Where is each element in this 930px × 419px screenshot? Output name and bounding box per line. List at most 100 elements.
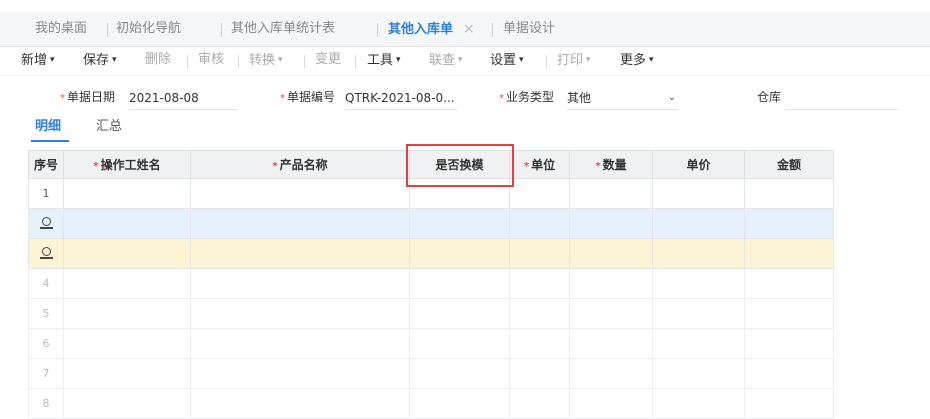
- grid-cell[interactable]: [409, 238, 510, 269]
- tab-my-desktop[interactable]: 我的桌面: [35, 12, 87, 46]
- print-button[interactable]: 打印 ▾: [557, 47, 591, 75]
- tools-button[interactable]: 工具 ▾: [367, 47, 401, 75]
- print-button-label: 打印: [557, 53, 584, 68]
- col-header-price[interactable]: 单价: [652, 150, 745, 179]
- query-button[interactable]: 联查 ▾: [429, 47, 463, 75]
- grid-cell[interactable]: [744, 298, 834, 329]
- tab-init-nav[interactable]: 初始化导航: [116, 12, 181, 46]
- row-action-cell[interactable]: [28, 208, 64, 239]
- grid-cell[interactable]: [509, 358, 570, 389]
- grid-cell[interactable]: [409, 388, 510, 419]
- change-button[interactable]: 变更: [315, 47, 341, 75]
- row-settings-icon[interactable]: [39, 246, 53, 259]
- grid-cell[interactable]: [63, 388, 191, 419]
- delete-button[interactable]: 删除: [145, 47, 171, 75]
- grid-cell[interactable]: [509, 328, 570, 359]
- grid-cell[interactable]: [190, 208, 410, 239]
- grid-cell[interactable]: [509, 238, 570, 269]
- tab-other-inbound-order[interactable]: 其他入库单 ×: [388, 12, 475, 46]
- convert-button[interactable]: 转换 ▾: [249, 47, 283, 75]
- audit-button[interactable]: 审核: [198, 47, 224, 75]
- tab-detail[interactable]: 明细: [35, 112, 61, 142]
- grid-cell[interactable]: [190, 388, 410, 419]
- grid-cell[interactable]: [63, 298, 191, 329]
- grid-cell[interactable]: [190, 268, 410, 299]
- grid-cell[interactable]: [63, 328, 191, 359]
- grid-cell[interactable]: [509, 298, 570, 329]
- grid-cell[interactable]: [569, 178, 653, 209]
- col-header-qty[interactable]: * 数量: [569, 150, 653, 179]
- table-row[interactable]: [28, 208, 834, 239]
- grid-cell[interactable]: [409, 358, 510, 389]
- col-header-operator[interactable]: * 操作工姓名: [63, 150, 191, 179]
- grid-cell[interactable]: [652, 328, 745, 359]
- tab-other-inbound-stats[interactable]: 其他入库单统计表: [231, 12, 335, 46]
- grid-cell[interactable]: [63, 268, 191, 299]
- grid-cell[interactable]: [744, 208, 834, 239]
- grid-cell[interactable]: [744, 328, 834, 359]
- grid-cell[interactable]: [190, 328, 410, 359]
- grid-cell[interactable]: [652, 358, 745, 389]
- settings-button-label: 设置: [490, 53, 517, 68]
- grid-cell[interactable]: [409, 328, 510, 359]
- row-action-cell[interactable]: [28, 238, 64, 269]
- save-button[interactable]: 保存 ▾: [83, 47, 117, 75]
- new-button[interactable]: 新增 ▾: [21, 47, 55, 75]
- table-row[interactable]: 5: [28, 298, 834, 329]
- grid-cell[interactable]: [652, 268, 745, 299]
- grid-cell[interactable]: [509, 388, 570, 419]
- grid-cell[interactable]: [509, 268, 570, 299]
- grid-cell[interactable]: [652, 238, 745, 269]
- grid-cell[interactable]: [190, 298, 410, 329]
- tab-doc-design[interactable]: 单据设计: [503, 12, 555, 46]
- grid-cell[interactable]: [569, 208, 653, 239]
- grid-cell[interactable]: [569, 268, 653, 299]
- date-field[interactable]: 2021-08-08: [129, 87, 237, 110]
- doc-no-field[interactable]: QTRK-2021-08-0...: [345, 87, 457, 110]
- grid-cell[interactable]: [652, 178, 745, 209]
- grid-cell[interactable]: [569, 238, 653, 269]
- row-settings-icon[interactable]: [39, 216, 53, 229]
- grid-cell[interactable]: [190, 178, 410, 209]
- grid-cell[interactable]: [744, 358, 834, 389]
- table-row[interactable]: 6: [28, 328, 834, 359]
- grid-cell[interactable]: [409, 268, 510, 299]
- grid-cell[interactable]: [569, 358, 653, 389]
- grid-cell[interactable]: [569, 328, 653, 359]
- grid-cell[interactable]: [569, 298, 653, 329]
- grid-cell[interactable]: [744, 268, 834, 299]
- grid-cell[interactable]: [409, 208, 510, 239]
- grid-cell[interactable]: [63, 358, 191, 389]
- grid-cell[interactable]: [652, 208, 745, 239]
- close-icon[interactable]: ×: [463, 21, 475, 37]
- settings-button[interactable]: 设置 ▾: [490, 47, 524, 75]
- grid-cell[interactable]: [63, 238, 191, 269]
- tab-divider: [377, 23, 378, 37]
- biz-type-select[interactable]: 其他 ⌄: [567, 87, 678, 110]
- header-form: * 单据日期 2021-08-08 * 单据编号 QTRK-2021-08-0...…: [0, 82, 930, 112]
- grid-cell[interactable]: [652, 388, 745, 419]
- table-row[interactable]: 4: [28, 268, 834, 299]
- grid-cell[interactable]: [569, 388, 653, 419]
- grid-cell[interactable]: [509, 208, 570, 239]
- grid-cell[interactable]: [652, 298, 745, 329]
- grid-cell[interactable]: [509, 178, 570, 209]
- grid-cell[interactable]: [190, 238, 410, 269]
- grid-cell[interactable]: [744, 238, 834, 269]
- grid-cell[interactable]: [190, 358, 410, 389]
- grid-cell[interactable]: [63, 178, 191, 209]
- warehouse-field[interactable]: [785, 87, 898, 110]
- col-header-product[interactable]: * 产品名称: [190, 150, 410, 179]
- grid-cell[interactable]: [63, 208, 191, 239]
- grid-cell[interactable]: [744, 388, 834, 419]
- col-header-amount[interactable]: 金额: [744, 150, 834, 179]
- more-button[interactable]: 更多 ▾: [620, 47, 654, 75]
- tab-summary[interactable]: 汇总: [96, 112, 122, 142]
- row-index: 8: [28, 388, 64, 419]
- table-row[interactable]: [28, 238, 834, 269]
- col-header-unit[interactable]: * 单位: [509, 150, 570, 179]
- table-row[interactable]: 7: [28, 358, 834, 389]
- grid-cell[interactable]: [744, 178, 834, 209]
- grid-cell[interactable]: [409, 298, 510, 329]
- table-row[interactable]: 8: [28, 388, 834, 419]
